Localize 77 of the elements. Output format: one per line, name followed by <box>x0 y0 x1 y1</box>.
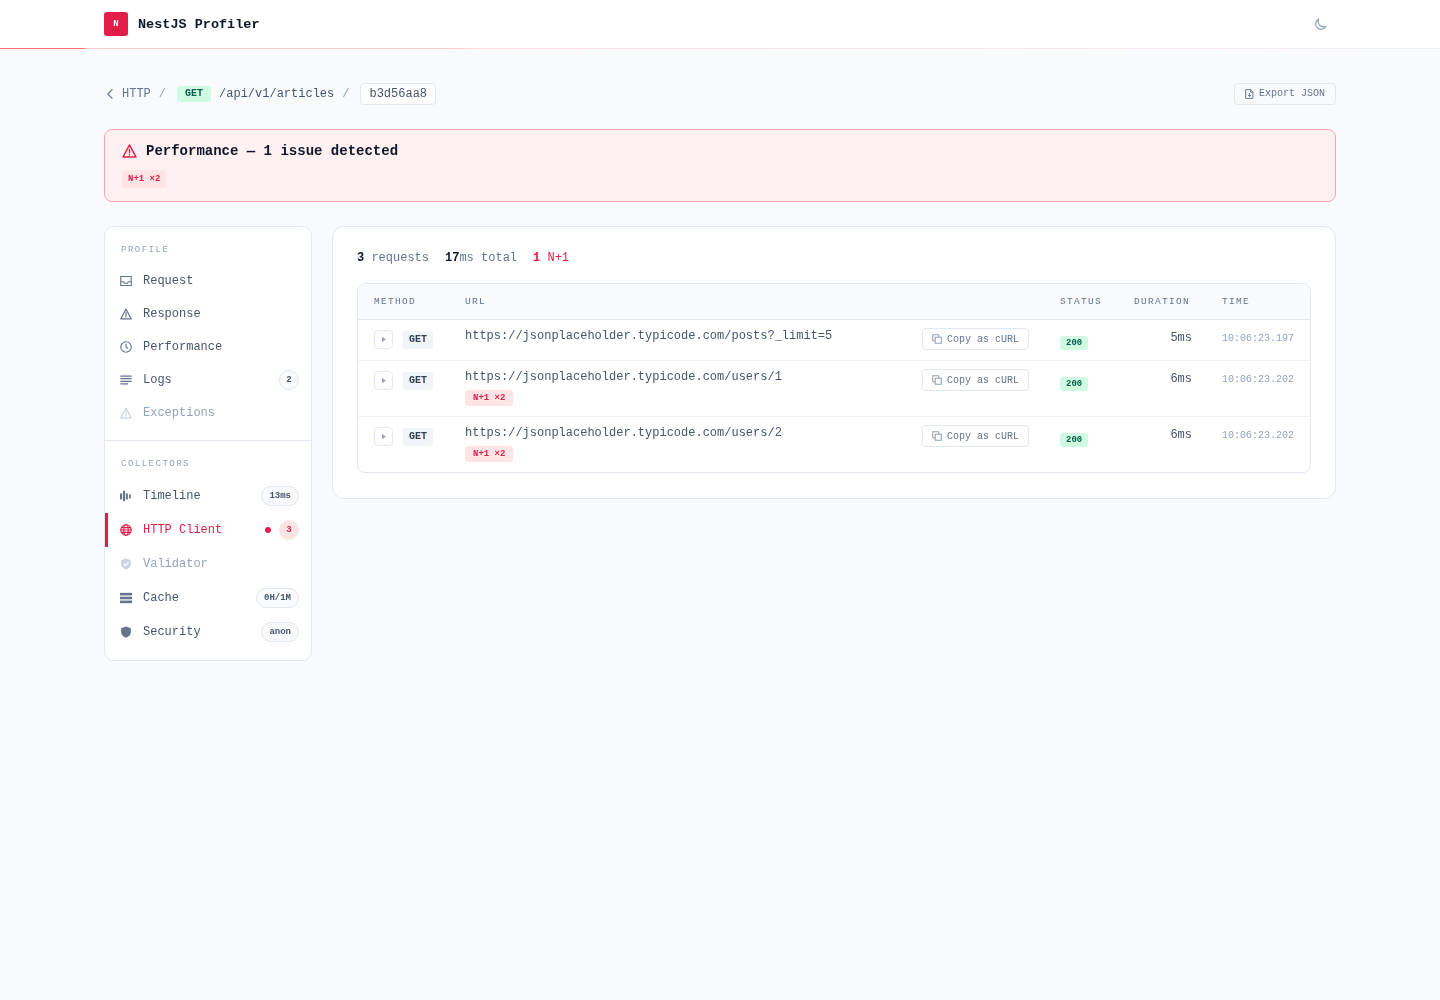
count-badge: anon <box>261 622 299 642</box>
copy-icon <box>932 431 942 441</box>
sidebar-item[interactable]: Cache <box>105 581 256 615</box>
duration-text: 6ms <box>1170 428 1192 442</box>
warning-icon <box>120 307 132 320</box>
summary-stat: 3 requests <box>357 250 429 266</box>
breadcrumb-separator: / <box>342 85 350 102</box>
request-url: https://jsonplaceholder.typicode.com/posts?_limit=5 <box>465 328 833 344</box>
shield-icon <box>120 626 132 638</box>
caret-icon <box>381 434 386 439</box>
expand-button[interactable] <box>374 330 393 349</box>
method-badge: GET <box>177 85 212 102</box>
method-badge: GET <box>403 427 433 446</box>
shield-check-icon <box>120 558 132 570</box>
clock-icon <box>120 340 132 353</box>
breadcrumb-path: /api/v1/articles <box>219 85 335 102</box>
sidebar-item[interactable]: Response <box>105 297 299 330</box>
request-url: https://jsonplaceholder.typicode.com/users/1 <box>465 369 782 385</box>
timestamp: 10:06:23.202 <box>1222 430 1294 441</box>
column-header: METHOD <box>374 296 417 307</box>
inbox-icon <box>120 274 132 287</box>
count-badge: 3 <box>279 520 299 540</box>
issue-badge: N+1 ×2 <box>465 390 514 406</box>
chevron-left-icon <box>107 88 113 99</box>
caret-icon <box>381 378 386 383</box>
breadcrumb-link[interactable]: HTTP <box>107 85 151 102</box>
sidebar-item[interactable]: Performance <box>105 330 299 363</box>
sidebar-item[interactable]: Security <box>105 615 262 649</box>
moon-icon <box>1313 17 1327 31</box>
expand-button[interactable] <box>374 371 393 390</box>
issue-badge: N+1 ×2 <box>465 446 514 462</box>
sidebar-item[interactable]: HTTP Client <box>105 513 265 547</box>
method-badge: GET <box>403 371 433 390</box>
warning-icon <box>120 406 132 419</box>
method-badge: GET <box>403 330 433 349</box>
status-badge: 200 <box>1060 433 1089 447</box>
sidebar-item[interactable]: Request <box>105 264 299 297</box>
request-url: https://jsonplaceholder.typicode.com/users/2 <box>465 425 782 441</box>
app-title: NestJS Profiler <box>138 16 260 32</box>
file-download-icon <box>1245 88 1254 99</box>
breadcrumb-separator: / <box>158 85 166 102</box>
copy-icon <box>932 375 942 385</box>
timestamp: 10:06:23.202 <box>1222 374 1294 385</box>
issue-badge: N+1 ×2 <box>122 170 167 188</box>
summary-stat: 17ms total <box>445 250 518 266</box>
sidebar-item[interactable]: Timeline <box>105 479 262 513</box>
globe-icon <box>120 524 132 536</box>
copy-icon <box>932 334 942 344</box>
status-badge: 200 <box>1060 377 1089 391</box>
sidebar-item[interactable]: Logs <box>105 363 279 396</box>
duration-text: 6ms <box>1170 372 1192 386</box>
section-label: COLLECTORS <box>120 458 191 470</box>
column-header: URL <box>465 296 487 307</box>
summary-stat: 1 N+1 <box>533 250 570 266</box>
copy-curl-button[interactable]: Copy as cURL <box>922 425 1029 447</box>
column-header: TIME <box>1221 296 1251 307</box>
copy-curl-button[interactable]: Copy as cURL <box>922 328 1029 350</box>
copy-curl-button[interactable]: Copy as cURL <box>922 369 1029 391</box>
stack-icon <box>120 592 132 604</box>
bar-chart-icon <box>120 490 132 502</box>
timestamp: 10:06:23.197 <box>1222 333 1294 344</box>
expand-button[interactable] <box>374 427 393 446</box>
count-badge: 13ms <box>261 486 299 506</box>
logo-mark: N <box>104 12 128 36</box>
count-badge: 0H/1M <box>256 588 299 608</box>
column-header: DURATION <box>1134 296 1191 307</box>
caret-icon <box>381 337 386 342</box>
warning-icon <box>122 144 137 158</box>
column-header: STATUS <box>1060 296 1103 307</box>
export-button[interactable]: Export JSON <box>1234 82 1336 105</box>
duration-text: 5ms <box>1170 331 1192 345</box>
section-label: PROFILE <box>120 244 171 256</box>
status-badge: 200 <box>1060 336 1089 350</box>
alert-title: Performance — 1 issue detected <box>146 142 399 160</box>
count-badge: 2 <box>279 369 299 390</box>
list-lines-icon <box>120 373 132 386</box>
request-id-chip: b3d56aa8 <box>360 82 437 105</box>
